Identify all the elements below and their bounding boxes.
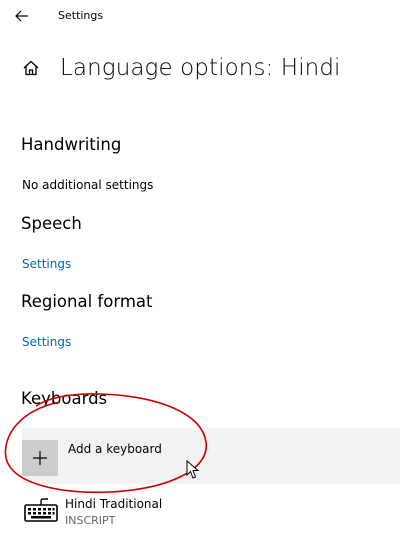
arrow-left-icon: [15, 10, 28, 22]
title-bar: Settings: [0, 0, 400, 32]
home-icon[interactable]: [20, 57, 42, 79]
keyboard-item-hindi-traditional[interactable]: Hindi Traditional INSCRIPT: [22, 492, 322, 534]
keyboard-icon: [24, 498, 58, 522]
plus-icon: [33, 451, 47, 465]
handwriting-text: No additional settings: [22, 178, 154, 192]
keyboard-layout: INSCRIPT: [65, 514, 116, 527]
speech-heading: Speech: [21, 214, 82, 233]
regional-format-heading: Regional format: [21, 292, 153, 311]
keyboard-name: Hindi Traditional: [65, 497, 163, 511]
speech-settings-link[interactable]: Settings: [22, 257, 71, 271]
handwriting-heading: Handwriting: [21, 135, 122, 154]
keyboards-heading: Keyboards: [21, 389, 108, 408]
regional-format-settings-link[interactable]: Settings: [22, 335, 71, 349]
add-keyboard-label: Add a keyboard: [68, 442, 162, 456]
plus-tile: [22, 440, 58, 476]
add-keyboard-button[interactable]: Add a keyboard: [22, 428, 400, 484]
page-header: Language options: Hindi: [20, 50, 341, 86]
back-button[interactable]: [6, 4, 38, 28]
app-title: Settings: [58, 9, 104, 22]
page-title: Language options: Hindi: [60, 55, 341, 81]
